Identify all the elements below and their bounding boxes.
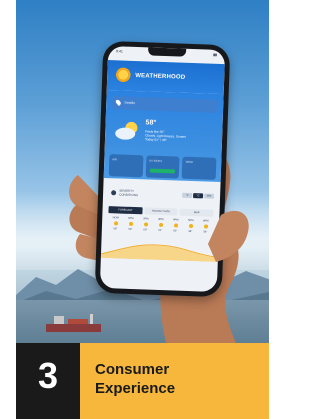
thumb-image (208, 210, 249, 262)
feature-card: 9:41 ▮▮ WEATHERHOOD Seattle 58° Feels li… (0, 0, 269, 419)
caption-title-line-1: Consumer (95, 361, 170, 378)
step-number-box: 3 (16, 343, 80, 419)
caption-bar: 3 Consumer Experience (16, 343, 269, 419)
hero-photo: 9:41 ▮▮ WEATHERHOOD Seattle 58° Feels li… (16, 0, 269, 343)
step-number: 3 (37, 355, 59, 396)
caption-title-line-2: Experience (95, 380, 176, 397)
